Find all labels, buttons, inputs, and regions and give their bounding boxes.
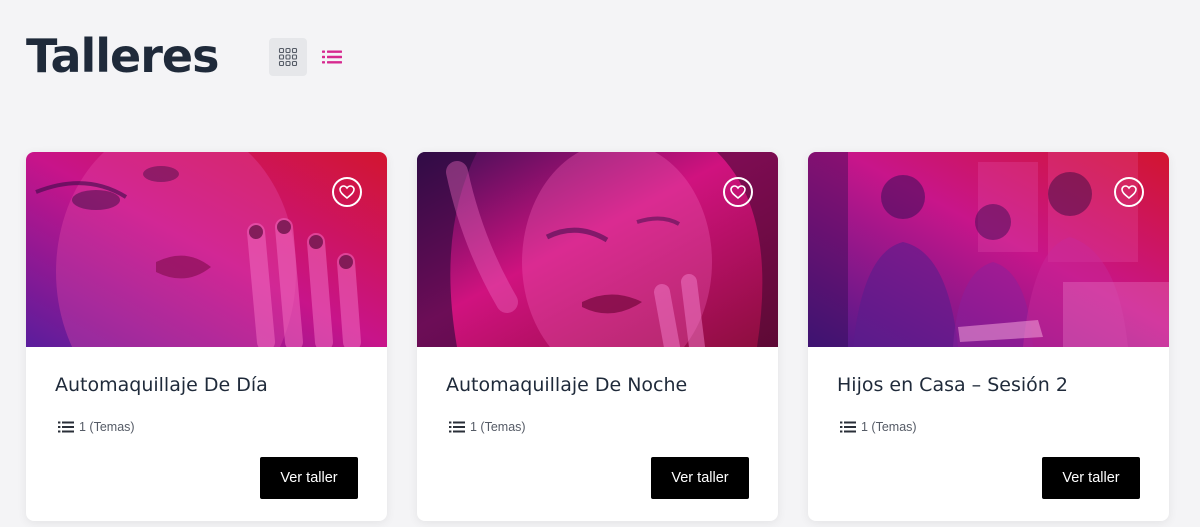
workshop-image: [26, 152, 387, 347]
favorite-button[interactable]: [723, 177, 753, 207]
favorite-button[interactable]: [332, 177, 362, 207]
card-title[interactable]: Automaquillaje De Día: [55, 374, 268, 396]
list-icon: [58, 421, 74, 433]
heart-icon: [1121, 185, 1137, 199]
topics-count: 1 (Temas): [840, 420, 917, 434]
card-image: [808, 152, 1169, 347]
list-view-button[interactable]: [313, 38, 351, 76]
view-workshop-button[interactable]: Ver taller: [260, 457, 358, 499]
view-workshop-button[interactable]: Ver taller: [651, 457, 749, 499]
workshop-card: Hijos en Casa – Sesión 2 1 (Temas) Ver t…: [808, 152, 1169, 521]
view-workshop-button[interactable]: Ver taller: [1042, 457, 1140, 499]
workshop-image: [808, 152, 1169, 347]
topics-count: 1 (Temas): [449, 420, 526, 434]
list-icon: [449, 421, 465, 433]
workshop-image: [417, 152, 778, 347]
list-icon: [321, 50, 342, 64]
card-title[interactable]: Hijos en Casa – Sesión 2: [837, 374, 1068, 396]
list-icon: [840, 421, 856, 433]
grid-view-button[interactable]: [268, 38, 307, 76]
heart-icon: [339, 185, 355, 199]
card-image: [417, 152, 778, 347]
workshop-cards: Automaquillaje De Día 1 (Temas) Ver tall…: [26, 152, 1169, 521]
workshop-card: Automaquillaje De Noche 1 (Temas) Ver ta…: [417, 152, 778, 521]
page-header: Talleres: [26, 24, 351, 88]
topics-label: 1 (Temas): [470, 420, 526, 434]
page-title: Talleres: [26, 29, 219, 83]
topics-count: 1 (Temas): [58, 420, 135, 434]
topics-label: 1 (Temas): [79, 420, 135, 434]
workshop-card: Automaquillaje De Día 1 (Temas) Ver tall…: [26, 152, 387, 521]
grid-icon: [278, 47, 297, 67]
favorite-button[interactable]: [1114, 177, 1144, 207]
view-toggle: [268, 38, 351, 76]
topics-label: 1 (Temas): [861, 420, 917, 434]
heart-icon: [730, 185, 746, 199]
card-title[interactable]: Automaquillaje De Noche: [446, 374, 687, 396]
card-image: [26, 152, 387, 347]
